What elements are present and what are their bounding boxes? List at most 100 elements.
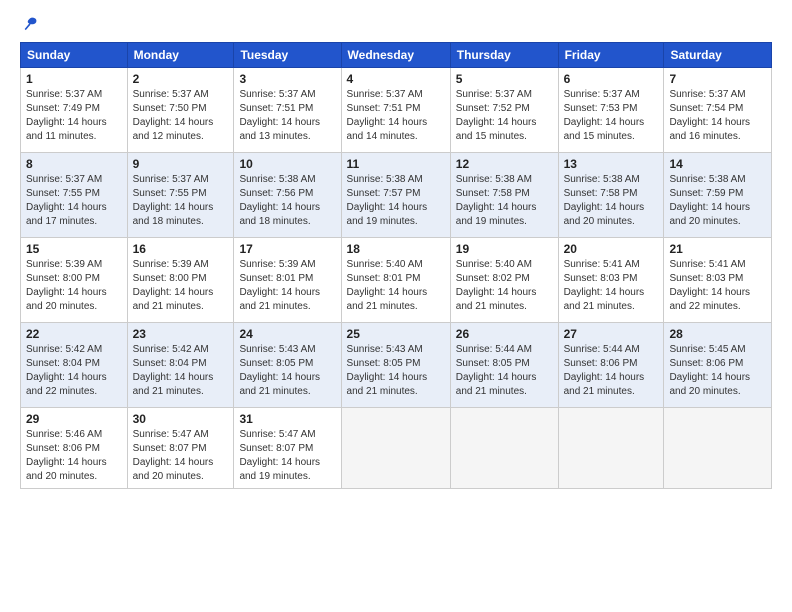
calendar-week-row: 1Sunrise: 5:37 AMSunset: 7:49 PMDaylight…: [21, 68, 772, 153]
day-number: 23: [133, 327, 229, 341]
table-row: 22 Sunrise: 5:42 AMSunset: 8:04 PMDayligh…: [21, 323, 128, 408]
header: [20, 16, 772, 32]
day-number: 15: [26, 242, 122, 256]
day-info: Sunrise: 5:38 AMSunset: 7:58 PMDaylight:…: [456, 173, 553, 229]
day-info: Sunrise: 5:42 AMSunset: 8:04 PMDaylight:…: [133, 343, 229, 399]
logo-bird-icon: [22, 16, 38, 32]
day-number: 27: [564, 327, 659, 341]
day-info: Sunrise: 5:37 AMSunset: 7:55 PMDaylight:…: [133, 173, 229, 229]
table-row: 4 Sunrise: 5:37 AMSunset: 7:51 PMDaylight…: [341, 68, 450, 153]
page: Sunday Monday Tuesday Wednesday Thursday…: [0, 0, 792, 612]
day-number: 9: [133, 157, 229, 171]
col-wednesday: Wednesday: [341, 43, 450, 68]
table-row: 17 Sunrise: 5:39 AMSunset: 8:01 PMDayligh…: [234, 238, 341, 323]
day-info: Sunrise: 5:37 AMSunset: 7:55 PMDaylight:…: [26, 173, 122, 229]
day-info: Sunrise: 5:38 AMSunset: 7:57 PMDaylight:…: [347, 173, 445, 229]
day-number: 17: [239, 242, 335, 256]
day-number: 8: [26, 157, 122, 171]
table-row: 14 Sunrise: 5:38 AMSunset: 7:59 PMDayligh…: [664, 153, 772, 238]
calendar-header-row: Sunday Monday Tuesday Wednesday Thursday…: [21, 43, 772, 68]
day-number: 1: [26, 72, 122, 86]
table-row: [558, 408, 664, 489]
day-info: Sunrise: 5:47 AMSunset: 8:07 PMDaylight:…: [239, 428, 335, 484]
day-info: Sunrise: 5:38 AMSunset: 7:59 PMDaylight:…: [669, 173, 766, 229]
day-number: 2: [133, 72, 229, 86]
table-row: 27 Sunrise: 5:44 AMSunset: 8:06 PMDayligh…: [558, 323, 664, 408]
table-row: 18 Sunrise: 5:40 AMSunset: 8:01 PMDayligh…: [341, 238, 450, 323]
day-info: Sunrise: 5:44 AMSunset: 8:05 PMDaylight:…: [456, 343, 553, 399]
day-number: 3: [239, 72, 335, 86]
day-info: Sunrise: 5:47 AMSunset: 8:07 PMDaylight:…: [133, 428, 229, 484]
day-number: 16: [133, 242, 229, 256]
calendar-week-row: 22 Sunrise: 5:42 AMSunset: 8:04 PMDayligh…: [21, 323, 772, 408]
table-row: 15 Sunrise: 5:39 AMSunset: 8:00 PMDayligh…: [21, 238, 128, 323]
table-row: 23 Sunrise: 5:42 AMSunset: 8:04 PMDayligh…: [127, 323, 234, 408]
col-sunday: Sunday: [21, 43, 128, 68]
day-info: Sunrise: 5:38 AMSunset: 7:58 PMDaylight:…: [564, 173, 659, 229]
col-saturday: Saturday: [664, 43, 772, 68]
day-info: Sunrise: 5:43 AMSunset: 8:05 PMDaylight:…: [239, 343, 335, 399]
day-number: 4: [347, 72, 445, 86]
day-number: 18: [347, 242, 445, 256]
table-row: 11 Sunrise: 5:38 AMSunset: 7:57 PMDayligh…: [341, 153, 450, 238]
table-row: 26 Sunrise: 5:44 AMSunset: 8:05 PMDayligh…: [450, 323, 558, 408]
day-info: Sunrise: 5:39 AMSunset: 8:00 PMDaylight:…: [133, 258, 229, 314]
table-row: 16 Sunrise: 5:39 AMSunset: 8:00 PMDayligh…: [127, 238, 234, 323]
day-info: Sunrise: 5:37 AMSunset: 7:51 PMDaylight:…: [239, 88, 335, 144]
table-row: 31Sunrise: 5:47 AMSunset: 8:07 PMDayligh…: [234, 408, 341, 489]
day-info: Sunrise: 5:37 AMSunset: 7:52 PMDaylight:…: [456, 88, 553, 144]
day-info: Sunrise: 5:37 AMSunset: 7:50 PMDaylight:…: [133, 88, 229, 144]
logo-text: [20, 16, 38, 32]
day-info: Sunrise: 5:37 AMSunset: 7:53 PMDaylight:…: [564, 88, 659, 144]
day-info: Sunrise: 5:43 AMSunset: 8:05 PMDaylight:…: [347, 343, 445, 399]
table-row: [664, 408, 772, 489]
table-row: 20 Sunrise: 5:41 AMSunset: 8:03 PMDayligh…: [558, 238, 664, 323]
table-row: 25 Sunrise: 5:43 AMSunset: 8:05 PMDayligh…: [341, 323, 450, 408]
day-number: 21: [669, 242, 766, 256]
table-row: 30 Sunrise: 5:47 AMSunset: 8:07 PMDayligh…: [127, 408, 234, 489]
day-number: 14: [669, 157, 766, 171]
day-info: Sunrise: 5:37 AMSunset: 7:51 PMDaylight:…: [347, 88, 445, 144]
day-info: Sunrise: 5:40 AMSunset: 8:02 PMDaylight:…: [456, 258, 553, 314]
day-number: 22: [26, 327, 122, 341]
table-row: 13 Sunrise: 5:38 AMSunset: 7:58 PMDayligh…: [558, 153, 664, 238]
table-row: 5 Sunrise: 5:37 AMSunset: 7:52 PMDaylight…: [450, 68, 558, 153]
col-monday: Monday: [127, 43, 234, 68]
table-row: 8 Sunrise: 5:37 AMSunset: 7:55 PMDaylight…: [21, 153, 128, 238]
table-row: 24 Sunrise: 5:43 AMSunset: 8:05 PMDayligh…: [234, 323, 341, 408]
day-number: 7: [669, 72, 766, 86]
day-info: Sunrise: 5:42 AMSunset: 8:04 PMDaylight:…: [26, 343, 122, 399]
col-tuesday: Tuesday: [234, 43, 341, 68]
table-row: 19Sunrise: 5:40 AMSunset: 8:02 PMDayligh…: [450, 238, 558, 323]
col-thursday: Thursday: [450, 43, 558, 68]
day-number: 10: [239, 157, 335, 171]
day-number: 11: [347, 157, 445, 171]
day-number: 6: [564, 72, 659, 86]
table-row: [341, 408, 450, 489]
calendar-week-row: 29Sunrise: 5:46 AMSunset: 8:06 PMDayligh…: [21, 408, 772, 489]
day-number: 20: [564, 242, 659, 256]
day-info: Sunrise: 5:41 AMSunset: 8:03 PMDaylight:…: [564, 258, 659, 314]
day-info: Sunrise: 5:38 AMSunset: 7:56 PMDaylight:…: [239, 173, 335, 229]
table-row: 2 Sunrise: 5:37 AMSunset: 7:50 PMDaylight…: [127, 68, 234, 153]
day-info: Sunrise: 5:39 AMSunset: 8:00 PMDaylight:…: [26, 258, 122, 314]
day-number: 26: [456, 327, 553, 341]
day-info: Sunrise: 5:40 AMSunset: 8:01 PMDaylight:…: [347, 258, 445, 314]
calendar-week-row: 15 Sunrise: 5:39 AMSunset: 8:00 PMDayligh…: [21, 238, 772, 323]
day-number: 5: [456, 72, 553, 86]
table-row: 21Sunrise: 5:41 AMSunset: 8:03 PMDayligh…: [664, 238, 772, 323]
day-info: Sunrise: 5:39 AMSunset: 8:01 PMDaylight:…: [239, 258, 335, 314]
day-info: Sunrise: 5:44 AMSunset: 8:06 PMDaylight:…: [564, 343, 659, 399]
table-row: 12Sunrise: 5:38 AMSunset: 7:58 PMDayligh…: [450, 153, 558, 238]
day-number: 30: [133, 412, 229, 426]
table-row: 10 Sunrise: 5:38 AMSunset: 7:56 PMDayligh…: [234, 153, 341, 238]
day-info: Sunrise: 5:45 AMSunset: 8:06 PMDaylight:…: [669, 343, 766, 399]
table-row: 7Sunrise: 5:37 AMSunset: 7:54 PMDaylight…: [664, 68, 772, 153]
day-number: 25: [347, 327, 445, 341]
table-row: [450, 408, 558, 489]
day-number: 24: [239, 327, 335, 341]
day-number: 29: [26, 412, 122, 426]
day-number: 13: [564, 157, 659, 171]
calendar-table: Sunday Monday Tuesday Wednesday Thursday…: [20, 42, 772, 489]
logo: [20, 16, 38, 32]
